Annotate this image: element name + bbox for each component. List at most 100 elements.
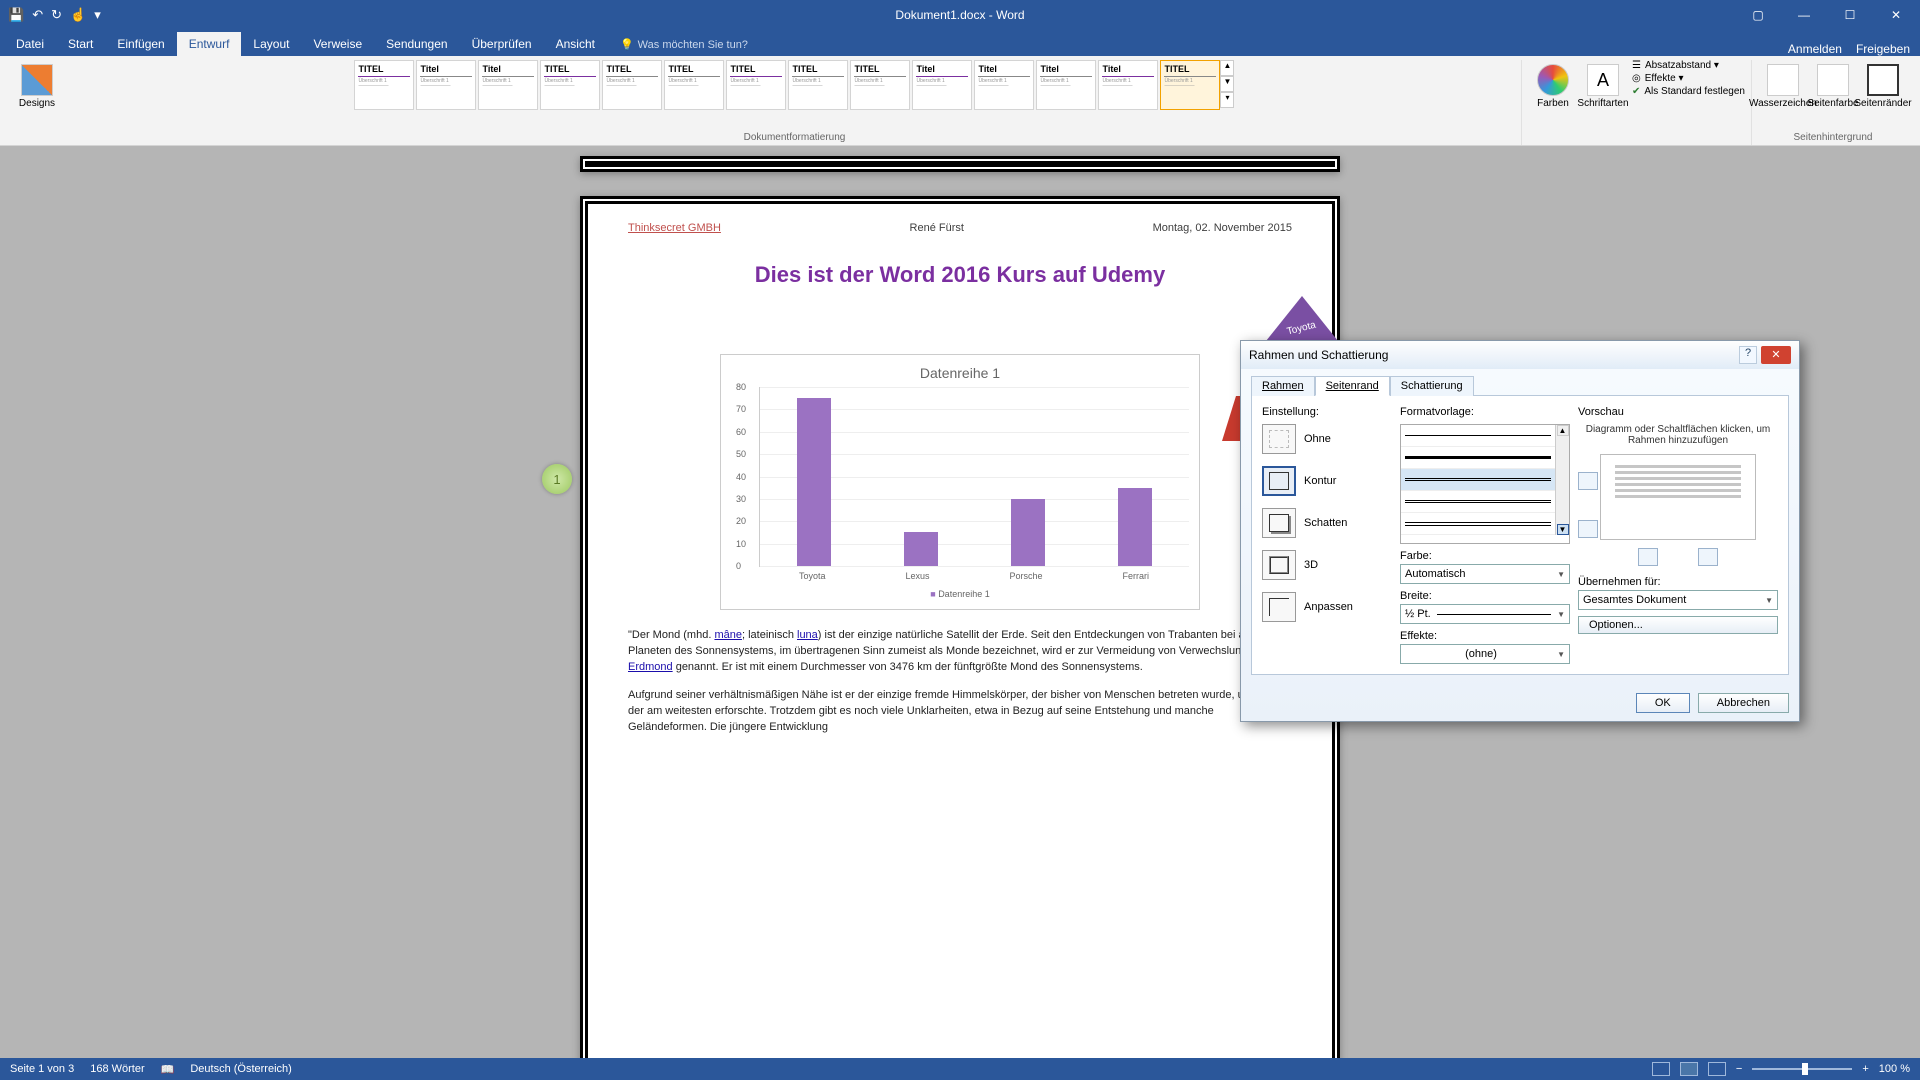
status-language[interactable]: Deutsch (Österreich) (190, 1063, 291, 1076)
maximize-icon[interactable]: ☐ (1830, 8, 1870, 22)
style-gallery-item[interactable]: TITELÜberschrift 1―――――― (664, 60, 724, 110)
combo-farbe[interactable]: Automatisch▼ (1400, 564, 1570, 584)
style-gallery-item[interactable]: TITELÜberschrift 1―――――― (788, 60, 848, 110)
pagecolor-button[interactable]: Seitenfarbe (1808, 60, 1858, 109)
tab-schattierung[interactable]: Schattierung (1390, 376, 1474, 396)
undo-icon[interactable]: ↶ (32, 7, 43, 23)
view-web-icon[interactable] (1708, 1062, 1726, 1076)
option-schatten[interactable]: Schatten (1262, 508, 1392, 538)
combo-breite[interactable]: ½ Pt.▼ (1400, 604, 1570, 624)
style-gallery-item[interactable]: TITELÜberschrift 1―――――― (602, 60, 662, 110)
tab-uberprufen[interactable]: Überprüfen (460, 32, 544, 56)
style-gallery-item[interactable]: TitelÜberschrift 1―――――― (478, 60, 538, 110)
option-kontur[interactable]: Kontur (1262, 466, 1392, 496)
gallery-up-icon[interactable]: ▲ (1220, 60, 1234, 76)
optionen-button[interactable]: Optionen... (1578, 616, 1778, 634)
chart-container[interactable]: Datenreihe 1 01020304050607080 ToyotaLex… (720, 354, 1200, 610)
style-gallery-item[interactable]: TitelÜberschrift 1―――――― (912, 60, 972, 110)
page-1[interactable]: Thinksecret GMBH René Fürst Montag, 02. … (580, 196, 1340, 1058)
style-list-scrollbar[interactable]: ▲ ▼ (1555, 425, 1569, 535)
save-icon[interactable]: 💾 (8, 7, 24, 23)
status-page[interactable]: Seite 1 von 3 (10, 1063, 74, 1076)
edge-top-button[interactable] (1578, 472, 1598, 490)
tab-layout[interactable]: Layout (241, 32, 301, 56)
tab-einfugen[interactable]: Einfügen (105, 32, 176, 56)
share-button[interactable]: Freigeben (1856, 42, 1910, 56)
status-words[interactable]: 168 Wörter (90, 1063, 144, 1076)
option-3d[interactable]: 3D (1262, 550, 1392, 580)
tab-sendungen[interactable]: Sendungen (374, 32, 459, 56)
tab-start[interactable]: Start (56, 32, 105, 56)
designs-button[interactable]: Designs (12, 60, 62, 109)
dialog-close-icon[interactable]: ✕ (1761, 346, 1791, 364)
tab-datei[interactable]: Datei (4, 32, 56, 56)
watermark-button[interactable]: Wasserzeichen (1758, 60, 1808, 109)
style-gallery-item[interactable]: TitelÜberschrift 1―――――― (974, 60, 1034, 110)
gallery-scroll[interactable]: ▲ ▼ ▾ (1220, 60, 1234, 110)
header-center: René Fürst (910, 222, 964, 234)
view-read-icon[interactable] (1652, 1062, 1670, 1076)
zoom-thumb[interactable] (1802, 1063, 1808, 1075)
set-default-button[interactable]: ✔ Als Standard festlegen (1632, 86, 1745, 97)
zoom-out-button[interactable]: − (1736, 1063, 1742, 1075)
tab-verweise[interactable]: Verweise (301, 32, 374, 56)
minimize-icon[interactable]: — (1784, 8, 1824, 22)
style-gallery-item[interactable]: TitelÜberschrift 1―――――― (1098, 60, 1158, 110)
touch-mode-icon[interactable]: ☝ (70, 7, 86, 23)
qat-customize-icon[interactable]: ▾ (94, 7, 101, 23)
style-gallery[interactable]: TITELÜberschrift 1――――――TitelÜberschrift… (354, 60, 1220, 110)
combo-uebernehmen[interactable]: Gesamtes Dokument▼ (1578, 590, 1778, 610)
combo-effekte[interactable]: (ohne)▼ (1400, 644, 1570, 664)
tab-rahmen[interactable]: Rahmen (1251, 376, 1315, 396)
close-icon[interactable]: ✕ (1876, 8, 1916, 22)
ok-button[interactable]: OK (1636, 693, 1690, 713)
pagecolor-icon (1817, 64, 1849, 96)
zoom-level[interactable]: 100 % (1879, 1063, 1910, 1075)
pageborders-button[interactable]: Seitenränder (1858, 60, 1908, 109)
edge-bottom-button[interactable] (1578, 520, 1598, 538)
colors-button[interactable]: Farben (1528, 60, 1578, 109)
option-anpassen[interactable]: Anpassen (1262, 592, 1392, 622)
effects-button[interactable]: ◎ Effekte ▾ (1632, 73, 1745, 84)
gallery-more-icon[interactable]: ▾ (1220, 92, 1234, 108)
gallery-down-icon[interactable]: ▼ (1220, 76, 1234, 92)
tab-entwurf[interactable]: Entwurf (177, 32, 242, 56)
style-gallery-item[interactable]: TITELÜberschrift 1―――――― (726, 60, 786, 110)
doc-header: Thinksecret GMBH René Fürst Montag, 02. … (628, 222, 1292, 234)
tab-ansicht[interactable]: Ansicht (544, 32, 607, 56)
zoom-slider[interactable] (1752, 1068, 1852, 1070)
preview-diagram[interactable] (1600, 454, 1756, 540)
style-gallery-item[interactable]: TitelÜberschrift 1―――――― (1036, 60, 1096, 110)
link-luna[interactable]: luna (797, 629, 818, 641)
style-gallery-item[interactable]: TITELÜberschrift 1―――――― (540, 60, 600, 110)
tell-me-search[interactable]: 💡 Was möchten Sie tun? (615, 33, 753, 56)
link-mane[interactable]: mâne (714, 629, 742, 641)
tab-seitenrand[interactable]: Seitenrand (1315, 376, 1390, 396)
preview-hint: Diagramm oder Schaltflächen klicken, um … (1578, 424, 1778, 446)
edge-left-button[interactable] (1638, 548, 1658, 566)
dialog-titlebar[interactable]: Rahmen und Schattierung ? ✕ (1241, 341, 1799, 369)
style-gallery-item[interactable]: TITELÜberschrift 1―――――― (354, 60, 414, 110)
ribbon-display-icon[interactable]: ▢ (1738, 8, 1778, 22)
fonts-button[interactable]: A Schriftarten (1578, 60, 1628, 109)
dialog-tabs: Rahmen Seitenrand Schattierung (1251, 375, 1789, 396)
scrollbar-down-icon[interactable]: ▼ (1557, 524, 1569, 535)
redo-icon[interactable]: ↻ (51, 7, 62, 23)
zoom-in-button[interactable]: + (1862, 1063, 1868, 1075)
signin-button[interactable]: Anmelden (1788, 42, 1842, 56)
link-erdmond[interactable]: Erdmond (628, 661, 673, 673)
scrollbar-up-icon[interactable]: ▲ (1557, 425, 1569, 436)
edge-right-button[interactable] (1698, 548, 1718, 566)
paragraph-spacing-button[interactable]: ☰ Absatzabstand ▾ (1632, 60, 1745, 71)
style-list[interactable]: ▲ ▼ (1400, 424, 1570, 544)
ribbon-tabs: Datei Start Einfügen Entwurf Layout Verw… (0, 30, 1920, 56)
option-ohne[interactable]: Ohne (1262, 424, 1392, 454)
dialog-help-icon[interactable]: ? (1739, 346, 1757, 364)
status-spellcheck-icon[interactable]: 📖 (161, 1063, 175, 1076)
ohne-icon (1262, 424, 1296, 454)
abbrechen-button[interactable]: Abbrechen (1698, 693, 1789, 713)
style-gallery-item[interactable]: TITELÜberschrift 1―――――― (850, 60, 910, 110)
view-print-icon[interactable] (1680, 1062, 1698, 1076)
style-gallery-item[interactable]: TITELÜberschrift 1―――――― (1160, 60, 1220, 110)
style-gallery-item[interactable]: TitelÜberschrift 1―――――― (416, 60, 476, 110)
